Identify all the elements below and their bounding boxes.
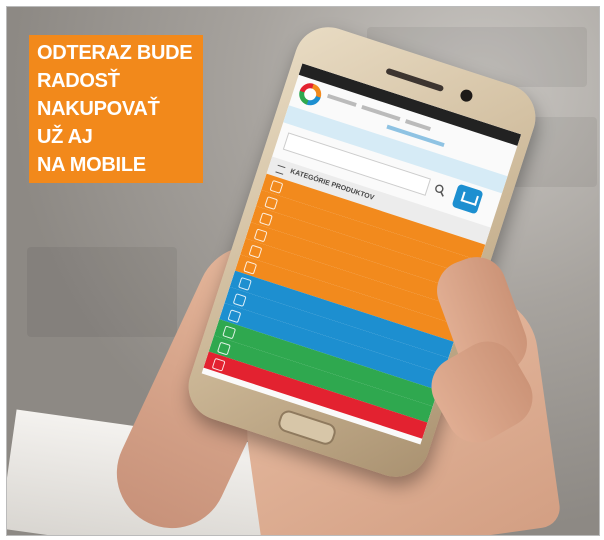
photo-frame: KATEGÓRIE PRODUKTOV ODTERAZ BUDE RADOSŤ … [6, 6, 600, 536]
house-icon [259, 212, 273, 227]
box-icon [243, 260, 258, 275]
flower-icon [264, 196, 279, 210]
pot-icon [253, 228, 268, 243]
headline-line: RADOSŤ [37, 70, 120, 92]
headline-line: ODTERAZ BUDE [37, 42, 193, 64]
animal-icon [222, 325, 237, 340]
cart-icon[interactable] [451, 183, 484, 215]
wall-texture [27, 247, 177, 337]
speaker-grille [385, 67, 445, 93]
leaf-icon [269, 179, 284, 194]
tractor-icon [216, 341, 231, 356]
headline-line: NA MOBILE [37, 154, 146, 176]
pipe-icon [232, 293, 247, 307]
menu-icon [275, 164, 286, 175]
bottle-icon [248, 244, 263, 259]
logo-icon [296, 80, 325, 109]
wrench-icon [227, 309, 242, 324]
headline-line: UŽ AJ [37, 126, 93, 148]
tag-icon [211, 357, 226, 372]
front-camera-icon [458, 88, 474, 104]
drill-icon [237, 276, 252, 291]
headline-box: ODTERAZ BUDE RADOSŤ NAKUPOVAŤ UŽ AJ NA M… [29, 35, 203, 183]
headline-line: NAKUPOVAŤ [37, 98, 160, 120]
search-icon[interactable] [432, 182, 447, 197]
